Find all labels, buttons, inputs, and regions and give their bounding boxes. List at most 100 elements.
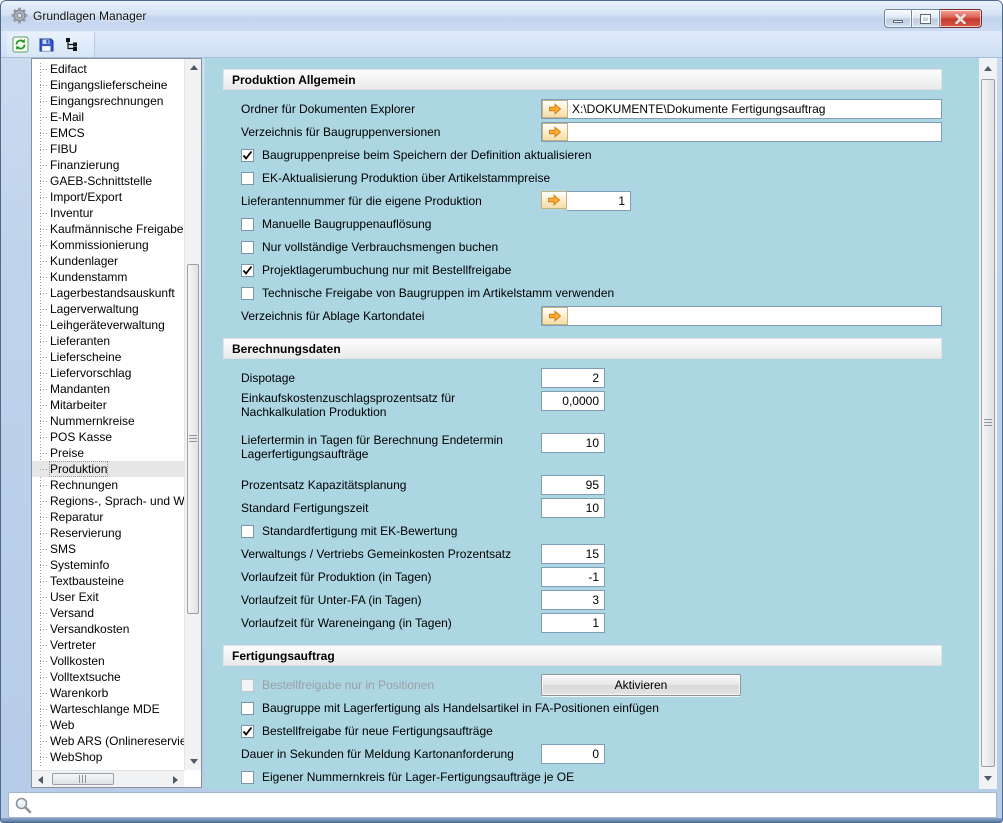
path-input-verzeichnis-fur-baugruppenversionen[interactable] xyxy=(568,123,941,141)
sidebar-item-regions-sprach-und-wah[interactable]: Regions-, Sprach- und Wäh xyxy=(32,493,184,509)
refresh-button[interactable] xyxy=(7,34,33,56)
sidebar-item-sms[interactable]: SMS xyxy=(32,541,184,557)
triangle-left-icon xyxy=(38,776,43,784)
scroll-up-button[interactable] xyxy=(185,59,202,76)
scrollbar-thumb[interactable] xyxy=(187,264,199,614)
sidebar-item-mandanten[interactable]: Mandanten xyxy=(32,381,184,397)
sidebar-item-warteschlange-mde[interactable]: Warteschlange MDE xyxy=(32,701,184,717)
checkbox-label: Projektlagerumbuchung nur mit Bestellfre… xyxy=(262,263,511,277)
scroll-right-button[interactable] xyxy=(167,771,184,788)
sidebar-item-edifact[interactable]: Edifact xyxy=(32,61,184,77)
checkbox-ek-aktualisierung-produktion-uber-artikelstammpreise[interactable] xyxy=(241,172,254,185)
scroll-down-button[interactable] xyxy=(185,753,202,770)
sidebar-item-lieferscheine[interactable]: Lieferscheine xyxy=(32,349,184,365)
sidebar-item-preise[interactable]: Preise xyxy=(32,445,184,461)
sidebar-item-eingangsrechnungen[interactable]: Eingangsrechnungen xyxy=(32,93,184,109)
sidebar-item-label: Preise xyxy=(50,446,84,460)
tree-horizontal-scrollbar[interactable] xyxy=(32,770,184,787)
sidebar-item-user-exit[interactable]: User Exit xyxy=(32,589,184,605)
sidebar-item-webshop[interactable]: WebShop xyxy=(32,749,184,765)
number-input-vorlaufzeit-fur-produktion-in-tagen[interactable] xyxy=(541,567,605,587)
number-input-dispotage[interactable] xyxy=(541,368,605,388)
number-input-prozentsatz-kapazitatsplanung[interactable] xyxy=(541,475,605,495)
number-input-einkaufskostenzuschlagsprozentsatz-fur-nachkalkulation-produktion[interactable] xyxy=(541,391,605,411)
sidebar-item-eingangslieferscheine[interactable]: Eingangslieferscheine xyxy=(32,77,184,93)
sidebar-item-rechnungen[interactable]: Rechnungen xyxy=(32,477,184,493)
sidebar-item-produktion[interactable]: Produktion xyxy=(32,461,184,477)
sidebar-item-versandkosten[interactable]: Versandkosten xyxy=(32,621,184,637)
sidebar-item-import-export[interactable]: Import/Export xyxy=(32,189,184,205)
sidebar-item-nummernkreise[interactable]: Nummernkreise xyxy=(32,413,184,429)
aktivieren-button[interactable]: Aktivieren xyxy=(541,674,741,696)
save-button[interactable] xyxy=(33,34,59,56)
sidebar-item-systeminfo[interactable]: Systeminfo xyxy=(32,557,184,573)
sidebar-item-pos-kasse[interactable]: POS Kasse xyxy=(32,429,184,445)
sidebar-item-leihgerateverwaltung[interactable]: Leihgeräteverwaltung xyxy=(32,317,184,333)
sidebar-item-fibu[interactable]: FIBU xyxy=(32,141,184,157)
checkbox-standardfertigung-mit-ek-bewertung[interactable] xyxy=(241,525,254,538)
scroll-left-button[interactable] xyxy=(32,771,49,788)
number-input-verwaltungs-vertriebs-gemeinkosten-prozentsatz[interactable] xyxy=(541,544,605,564)
sidebar-item-liefervorschlag[interactable]: Liefervorschlag xyxy=(32,365,184,381)
checkbox-label: Baugruppenpreise beim Speichern der Defi… xyxy=(262,148,592,162)
sidebar-item-reservierung[interactable]: Reservierung xyxy=(32,525,184,541)
checkbox-bestellfreigabe-fur-neue-fertigungsauftrage[interactable] xyxy=(241,725,254,738)
browse-button[interactable] xyxy=(542,307,568,325)
minimize-button[interactable] xyxy=(884,9,912,28)
sidebar-item-gaeb-schnittstelle[interactable]: GAEB-Schnittstelle xyxy=(32,173,184,189)
sidebar-item-web-ars-onlinereservieru[interactable]: Web ARS (Onlinereservieru xyxy=(32,733,184,749)
settings-row: Vorlaufzeit für Wareneingang (in Tagen) xyxy=(223,613,942,633)
sidebar-item-emcs[interactable]: EMCS xyxy=(32,125,184,141)
path-input-verzeichnis-fur-ablage-kartondatei[interactable] xyxy=(568,307,941,325)
number-input-dauer-in-sekunden-fur-meldung-kartonanforderung[interactable] xyxy=(541,744,605,764)
checkbox-bestellfreigabe-nur-in-positionen[interactable] xyxy=(241,679,254,692)
path-input-ordner-fur-dokumenten-explorer[interactable] xyxy=(568,100,941,118)
checkbox-nur-vollstandige-verbrauchsmengen-buchen[interactable] xyxy=(241,241,254,254)
number-input-standard-fertigungszeit[interactable] xyxy=(541,498,605,518)
checkbox-technische-freigabe-von-baugruppen-im-artikelstamm-verwenden[interactable] xyxy=(241,287,254,300)
sidebar-item-label: Web ARS (Onlinereservieru xyxy=(50,734,184,748)
checkbox-manuelle-baugruppenauflosung[interactable] xyxy=(241,218,254,231)
sidebar-item-e-mail[interactable]: E-Mail xyxy=(32,109,184,125)
sidebar-item-kommissionierung[interactable]: Kommissionierung xyxy=(32,237,184,253)
sidebar-item-inventur[interactable]: Inventur xyxy=(32,205,184,221)
close-button[interactable] xyxy=(940,9,982,28)
scrollbar-thumb[interactable] xyxy=(981,79,995,767)
sidebar-item-kaufmannische-freigabe[interactable]: Kaufmännische Freigabe xyxy=(32,221,184,237)
sidebar-item-volltextsuche[interactable]: Volltextsuche xyxy=(32,669,184,685)
number-input-liefertermin-in-tagen-fur-berechnung-endetermin-lagerfertigungsauftrage[interactable] xyxy=(541,433,605,453)
checkbox-projektlagerumbuchung-nur-mit-bestellfreigabe[interactable] xyxy=(241,264,254,277)
checkbox-eigener-nummernkreis-fur-lager-fertigungsauftrage-je-oe[interactable] xyxy=(241,771,254,784)
lookup-button[interactable] xyxy=(541,191,567,209)
number-input-lieferantennummer-fur-die-eigene-produktion[interactable] xyxy=(567,191,631,211)
number-input-vorlaufzeit-fur-unter-fa-in-tagen[interactable] xyxy=(541,590,605,610)
checkbox-baugruppe-mit-lagerfertigung-als-handelsartikel-in-fa-positionen-einfugen[interactable] xyxy=(241,702,254,715)
sidebar-item-lagerverwaltung[interactable]: Lagerverwaltung xyxy=(32,301,184,317)
number-input-vorlaufzeit-fur-wareneingang-in-tagen[interactable] xyxy=(541,613,605,633)
tree-vertical-scrollbar[interactable] xyxy=(184,59,201,770)
sidebar-item-warenkorb[interactable]: Warenkorb xyxy=(32,685,184,701)
sidebar-item-textbausteine[interactable]: Textbausteine xyxy=(32,573,184,589)
checkbox-baugruppenpreise-beim-speichern-der-definition-aktualisieren[interactable] xyxy=(241,149,254,162)
sidebar-item-kundenlager[interactable]: Kundenlager xyxy=(32,253,184,269)
section-header-fertigungsauftrag: Fertigungsauftrag xyxy=(223,645,942,666)
browse-button[interactable] xyxy=(542,100,568,118)
settings-vertical-scrollbar[interactable] xyxy=(979,58,997,789)
sidebar-item-mitarbeiter[interactable]: Mitarbeiter xyxy=(32,397,184,413)
tree-view-button[interactable] xyxy=(59,34,85,56)
scroll-down-button[interactable] xyxy=(979,770,996,787)
sidebar-item-vollkosten[interactable]: Vollkosten xyxy=(32,653,184,669)
sidebar-item-versand[interactable]: Versand xyxy=(32,605,184,621)
sidebar-item-kundenstamm[interactable]: Kundenstamm xyxy=(32,269,184,285)
scroll-up-button[interactable] xyxy=(979,60,996,77)
sidebar-item-web[interactable]: Web xyxy=(32,717,184,733)
scrollbar-thumb[interactable] xyxy=(52,773,114,785)
sidebar-item-reparatur[interactable]: Reparatur xyxy=(32,509,184,525)
search-input[interactable] xyxy=(37,794,996,816)
sidebar-item-lagerbestandsauskunft[interactable]: Lagerbestandsauskunft xyxy=(32,285,184,301)
browse-button[interactable] xyxy=(542,123,568,141)
sidebar-item-vertreter[interactable]: Vertreter xyxy=(32,637,184,653)
sidebar-item-finanzierung[interactable]: Finanzierung xyxy=(32,157,184,173)
sidebar-item-lieferanten[interactable]: Lieferanten xyxy=(32,333,184,349)
restore-button[interactable] xyxy=(912,9,940,28)
